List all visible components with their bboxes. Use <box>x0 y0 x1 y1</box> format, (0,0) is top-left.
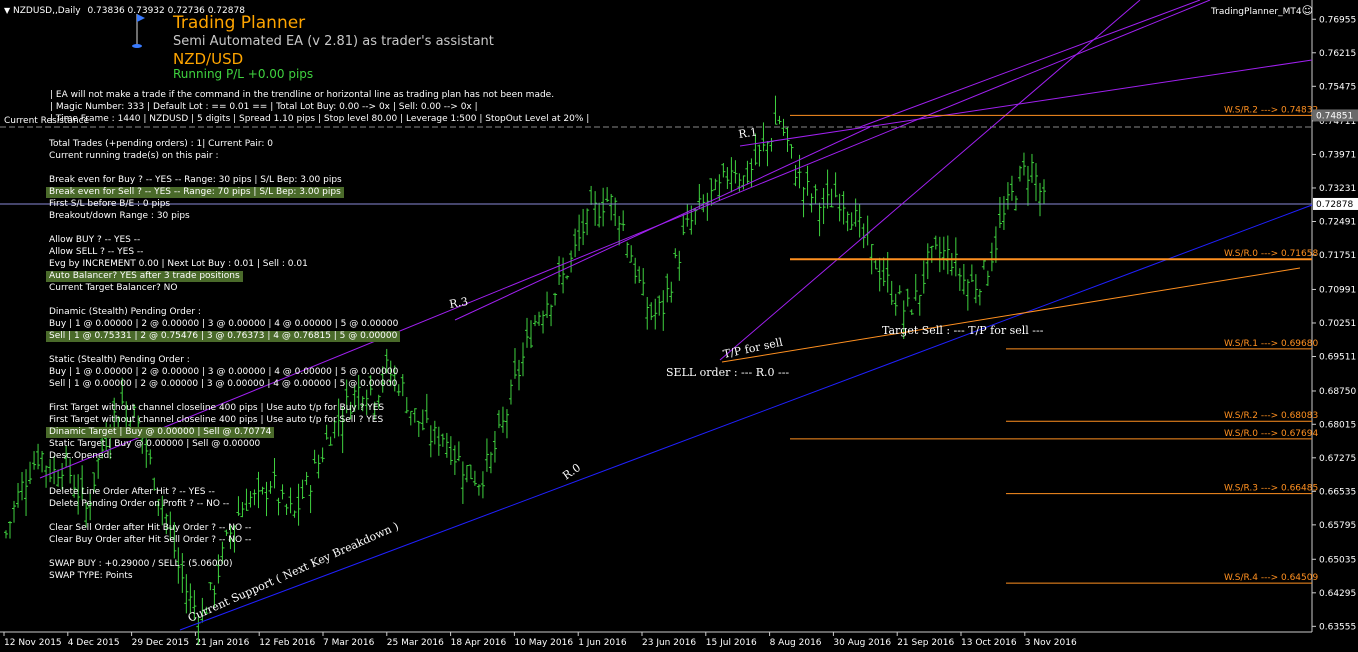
time-tick-label: 10 May 2016 <box>514 638 573 648</box>
price-tick-label: 0.67275 <box>1319 454 1356 464</box>
price-tick-label: 0.72491 <box>1319 217 1356 227</box>
running-pl: Running P/L +0.00 pips <box>173 67 314 81</box>
status-line: Buy | 1 @ 0.00000 | 2 @ 0.00000 | 3 @ 0.… <box>49 367 399 377</box>
time-tick-label: 15 Jul 2016 <box>706 638 757 648</box>
price-tick-label: 0.69511 <box>1319 353 1356 363</box>
price-tick-label: 0.76955 <box>1319 15 1356 25</box>
trendline-upper <box>859 0 1201 128</box>
label-r0: R.0 <box>560 461 583 482</box>
status-line: Delete Line Order After Hit ? -- YES -- <box>49 487 215 497</box>
status-line: Delete Pending Order on Profit ? -- NO -… <box>49 499 230 509</box>
time-tick-label: 4 Dec 2015 <box>68 638 120 648</box>
level-label: W.S/R.1 ---> 0.69680 <box>1224 339 1318 349</box>
price-tick-label: 0.71751 <box>1319 251 1356 261</box>
time-tick-label: 13 Oct 2016 <box>961 638 1017 648</box>
trendline-mid <box>454 126 871 321</box>
status-line: Break even for Buy ? -- YES -- Range: 30… <box>49 175 342 185</box>
status-line: Allow BUY ? -- YES -- <box>49 235 141 245</box>
status-line: Static Target | Buy @ 0.00000 | Sell @ 0… <box>49 439 261 449</box>
level-label: W.S/R.3 ---> 0.66485 <box>1224 484 1318 494</box>
price-tick-label: 0.76215 <box>1319 49 1356 59</box>
time-tick-label: 25 Mar 2016 <box>387 638 444 648</box>
time-tick-label: 21 Sep 2016 <box>897 638 954 648</box>
indicator-name-label: TradingPlanner_MT4 <box>1211 7 1302 17</box>
trendline-r0 <box>719 0 1141 361</box>
status-line: Buy | 1 @ 0.00000 | 2 @ 0.00000 | 3 @ 0.… <box>49 319 399 329</box>
level-label: W.S/R.2 ---> 0.68083 <box>1224 411 1318 421</box>
price-tick-label: 0.64295 <box>1319 589 1356 599</box>
status-line: Clear Sell Order after Hit Buy Order ? -… <box>49 523 252 533</box>
label-r1: R.1 <box>738 125 758 140</box>
status-line: Dinamic Target | Buy @ 0.00000 | Sell @ … <box>46 427 275 438</box>
status-line: Clear Buy Order after Hit Sell Order ? -… <box>49 535 252 545</box>
level-label: W.S/R.4 ---> 0.64509 <box>1224 573 1318 583</box>
price-tick-label: 0.73231 <box>1319 184 1356 194</box>
time-tick-label: 3 Nov 2016 <box>1025 638 1077 648</box>
time-tick-label: 7 Mar 2016 <box>323 638 375 648</box>
status-line: Sell | 1 @ 0.75331 | 2 @ 0.75476 | 3 @ 0… <box>46 331 401 342</box>
trendline-r1 <box>739 59 1313 147</box>
time-tick-label: 30 Aug 2016 <box>833 638 891 648</box>
status-line: Evg by INCREMENT 0.00 | Next Lot Buy : 0… <box>49 259 308 269</box>
status-line: Sell | 1 @ 0.00000 | 2 @ 0.00000 | 3 @ 0… <box>49 379 398 389</box>
time-tick-label: 21 Jan 2016 <box>195 638 249 648</box>
price-tick-label: 0.73971 <box>1319 150 1356 160</box>
status-line: Allow SELL ? -- YES -- <box>49 247 144 257</box>
status-line: First Target without channel closeline 4… <box>49 403 385 413</box>
label-r3: R.3 <box>448 295 469 311</box>
price-tick-label: 0.75475 <box>1319 82 1356 92</box>
status-line: Breakout/down Range : 30 pips <box>49 211 190 221</box>
status-line: Current Target Balancer? NO <box>49 283 178 293</box>
status-line: Auto Balancer? YES after 3 trade positio… <box>46 271 243 282</box>
info-line: | Magic Number: 333 | Default Lot : == 0… <box>50 102 478 112</box>
time-tick-label: 12 Feb 2016 <box>259 638 315 648</box>
level-label: W.S/R.2 ---> 0.74832 <box>1224 105 1318 115</box>
status-line: First S/L before B/E : 0 pips <box>49 199 171 209</box>
planner-pair: NZD/USD <box>173 50 244 68</box>
status-line: Total Trades (+pending orders) : 1| Curr… <box>49 139 274 149</box>
smiley-icon: ☺ <box>1301 4 1314 17</box>
tp-sell-line <box>721 267 1301 363</box>
indicator-name: TradingPlanner_MT4☺ <box>1211 5 1313 18</box>
flag-icon <box>127 12 147 50</box>
time-tick-label: 8 Aug 2016 <box>770 638 822 648</box>
status-line: First Target without channel closeline 4… <box>49 415 384 425</box>
price-tick-label: 0.68750 <box>1319 387 1356 397</box>
time-tick-label: 12 Nov 2015 <box>4 638 62 648</box>
status-line: SWAP TYPE: Points <box>49 571 133 581</box>
status-line: Break even for Sell ? -- YES -- Range: 7… <box>46 187 344 198</box>
level-label: W.S/R.0 ---> 0.67694 <box>1224 429 1318 439</box>
planner-subtitle: Semi Automated EA (v 2.81) as trader's a… <box>173 34 494 49</box>
status-line: SWAP BUY : +0.29000 / SELL : (5.06000) <box>49 559 233 569</box>
info-line: | EA will not make a trade if the comman… <box>50 90 555 100</box>
label-sell-order: SELL order : --- R.0 --- <box>666 366 789 379</box>
price-tick-label: 0.70991 <box>1319 285 1356 295</box>
status-line: Desc.Opened: <box>49 451 113 461</box>
price-tick-label: 0.65035 <box>1319 555 1356 565</box>
price-tick-label: 0.66535 <box>1319 487 1356 497</box>
current-price-label: 0.72878 <box>1316 200 1353 210</box>
status-line: Static (Stealth) Pending Order : <box>49 355 190 365</box>
status-line: Current running trade(s) on this pair : <box>49 151 219 161</box>
status-line: Dinamic (Stealth) Pending Order : <box>49 307 201 317</box>
price-tick-label: 0.63555 <box>1319 622 1356 632</box>
current-resistance-label: Current Resistance <box>4 116 90 126</box>
label-target-sell: Target Sell : --- T/P for sell --- <box>882 324 1044 337</box>
time-tick-label: 1 Jun 2016 <box>578 638 627 648</box>
time-tick-label: 29 Dec 2015 <box>132 638 190 648</box>
level-price-box-label: 0.74851 <box>1316 111 1353 121</box>
price-tick-label: 0.68015 <box>1319 420 1356 430</box>
price-tick-label: 0.70251 <box>1319 319 1356 329</box>
time-tick-label: 23 Jun 2016 <box>642 638 696 648</box>
level-label: W.S/R.0 ---> 0.71658 <box>1224 249 1318 259</box>
time-tick-label: 18 Apr 2016 <box>451 638 507 648</box>
symbol-timeframe: NZDUSD,,Daily <box>13 6 81 16</box>
chart-menu-arrow-icon[interactable]: ▼ <box>4 6 10 15</box>
planner-title: Trading Planner <box>173 13 306 33</box>
info-line: | Time Frame : 1440 | NZDUSD | 5 digits … <box>50 114 590 124</box>
price-tick-label: 0.65795 <box>1319 521 1356 531</box>
